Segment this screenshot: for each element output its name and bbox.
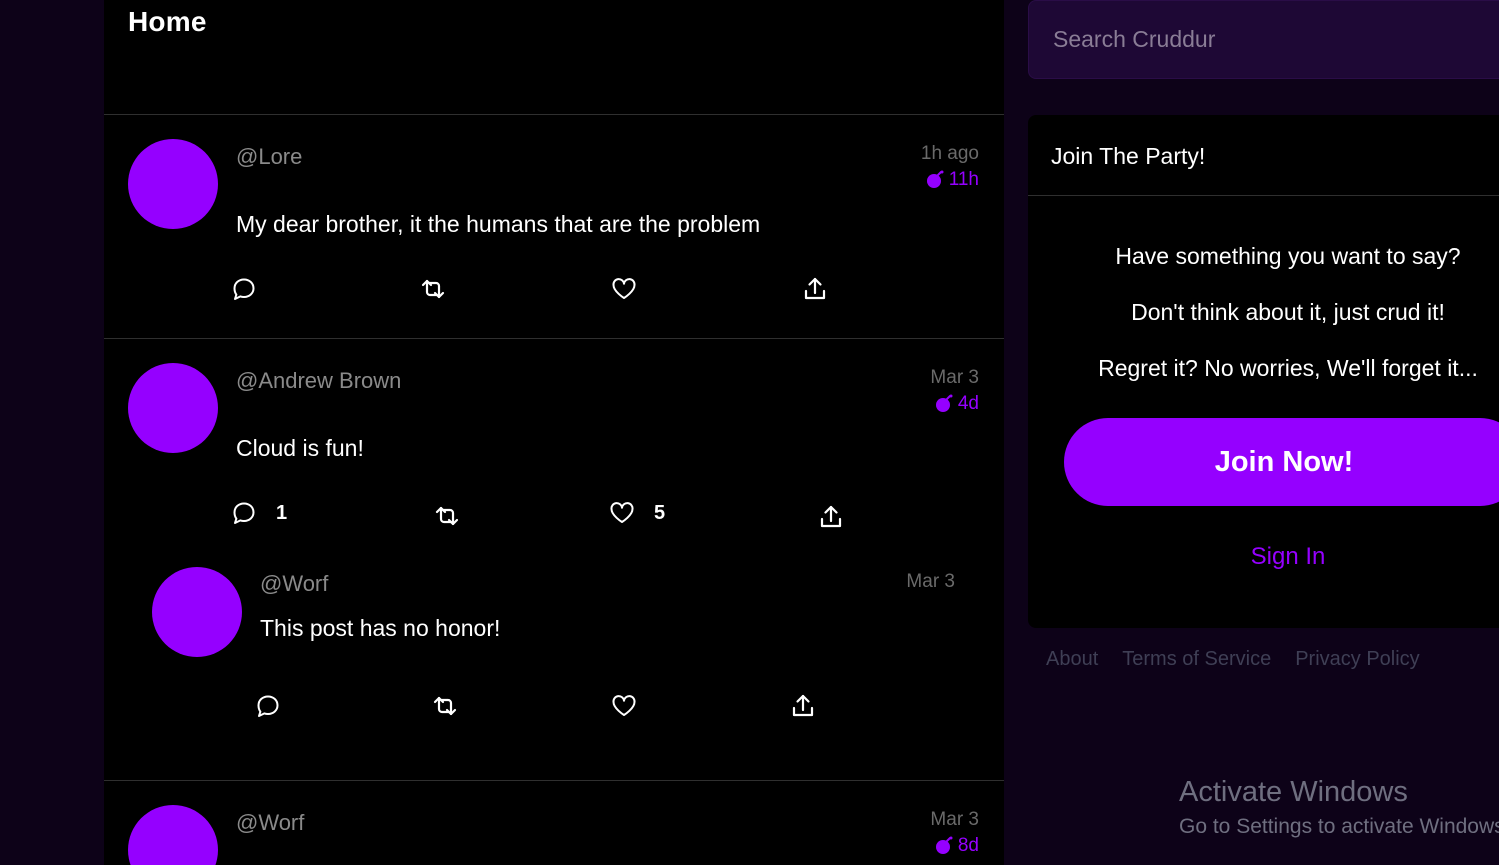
share-upload-icon <box>804 277 826 300</box>
post-expiry: 4d <box>934 393 979 415</box>
join-card-header: Join The Party! <box>1028 115 1499 196</box>
speech-bubble-icon <box>233 502 255 524</box>
avatar[interactable] <box>128 139 218 229</box>
watermark-title: Activate Windows <box>1179 776 1408 808</box>
page-title: Home <box>128 6 207 37</box>
post-message: Cloud is fun! <box>236 435 364 461</box>
post-handle[interactable]: @Lore <box>236 144 302 170</box>
home-feed: Home @Lore 1h ago 11h My dear brother, i… <box>104 0 1004 865</box>
post-expiry: 8d <box>934 835 979 857</box>
footer-link-about[interactable]: About <box>1046 648 1098 671</box>
repost-arrows-icon <box>433 696 457 716</box>
search-input[interactable] <box>1029 1 1499 78</box>
post-handle[interactable]: @Andrew Brown <box>236 368 401 394</box>
feed-header: Home <box>104 0 1004 115</box>
watermark-subtitle: Go to Settings to activate Windows. <box>1179 815 1499 838</box>
share-upload-icon <box>820 505 842 528</box>
share-button[interactable] <box>817 503 845 531</box>
repost-button[interactable] <box>431 692 459 720</box>
footer-links: About Terms of Service Privacy Policy <box>1046 648 1420 671</box>
speech-bubble-icon <box>257 695 279 717</box>
reply-message: This post has no honor! <box>260 615 501 641</box>
repost-arrows-icon <box>435 506 459 526</box>
bomb-icon <box>926 170 944 188</box>
app-window: Home @Lore 1h ago 11h My dear brother, i… <box>0 0 1499 865</box>
reply-button[interactable] <box>254 692 282 720</box>
left-sidebar <box>0 0 104 865</box>
share-button[interactable] <box>789 692 817 720</box>
heart-icon <box>610 502 634 523</box>
pitch-line: Have something you want to say? <box>1115 243 1461 269</box>
footer-link-terms[interactable]: Terms of Service <box>1122 648 1271 671</box>
like-count: 5 <box>654 501 666 524</box>
post-message: My dear brother, it the humans that are … <box>236 211 761 237</box>
repost-arrows-icon <box>421 279 445 299</box>
share-upload-icon <box>792 694 814 717</box>
footer-link-privacy[interactable]: Privacy Policy <box>1295 648 1419 671</box>
post-item[interactable]: @Lore 1h ago 11h My dear brother, it the… <box>104 115 1004 339</box>
reply-count: 1 <box>276 501 288 524</box>
avatar[interactable] <box>152 567 242 657</box>
post-created-time: Mar 3 <box>930 809 979 830</box>
join-card: Join The Party! Have something you want … <box>1028 115 1499 628</box>
post-handle[interactable]: @Worf <box>236 810 304 836</box>
pitch-line: Don't think about it, just crud it! <box>1131 299 1445 325</box>
speech-bubble-icon <box>233 278 255 300</box>
repost-button[interactable] <box>433 502 461 530</box>
reply-created-time: Mar 3 <box>906 571 955 592</box>
like-button[interactable] <box>610 275 638 303</box>
bomb-icon <box>935 394 953 412</box>
share-button[interactable] <box>801 275 829 303</box>
post-created-time: 1h ago <box>920 143 979 164</box>
post-expiry-label: 11h <box>948 169 979 190</box>
join-card-title: Join The Party! <box>1051 143 1206 169</box>
bomb-icon <box>935 836 953 854</box>
repost-button[interactable] <box>419 275 447 303</box>
post-item[interactable]: @Andrew Brown Mar 3 4d Cloud is fun! 1 5 <box>104 339 1004 780</box>
reply-item[interactable]: @Worf Mar 3 This post has no honor! <box>128 567 980 747</box>
avatar[interactable] <box>128 363 218 453</box>
post-expiry: 11h <box>925 169 979 191</box>
post-item[interactable]: @Worf Mar 3 8d <box>104 781 1004 865</box>
like-button[interactable] <box>610 692 638 720</box>
heart-icon <box>612 278 636 299</box>
search-box[interactable] <box>1028 0 1499 79</box>
reply-handle[interactable]: @Worf <box>260 571 328 597</box>
reply-button[interactable]: 1 <box>230 499 287 527</box>
reply-button[interactable] <box>230 275 258 303</box>
activate-windows-watermark: Activate Windows Go to Settings to activ… <box>1179 776 1499 839</box>
heart-icon <box>612 695 636 716</box>
pitch-line: Regret it? No worries, We'll forget it..… <box>1098 355 1478 381</box>
like-button[interactable]: 5 <box>608 499 665 527</box>
sign-in-link[interactable]: Sign In <box>1064 543 1499 571</box>
post-expiry-label: 8d <box>957 835 979 856</box>
join-now-button[interactable]: Join Now! <box>1064 418 1499 506</box>
post-created-time: Mar 3 <box>930 367 979 388</box>
post-expiry-label: 4d <box>957 393 979 414</box>
avatar[interactable] <box>128 805 218 865</box>
